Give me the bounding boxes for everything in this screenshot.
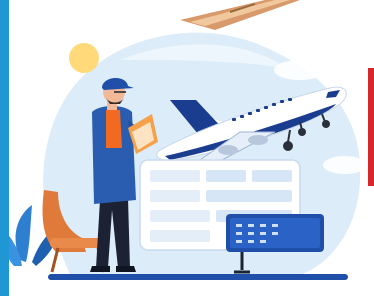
- travel-illustration: [0, 0, 374, 296]
- ground-line: [48, 274, 348, 280]
- illustration-canvas: [4, 0, 367, 280]
- right-accent-bar: [368, 68, 374, 186]
- left-accent-bar: [0, 0, 9, 296]
- top-decoration: [180, 0, 300, 30]
- sun-icon: [69, 43, 99, 73]
